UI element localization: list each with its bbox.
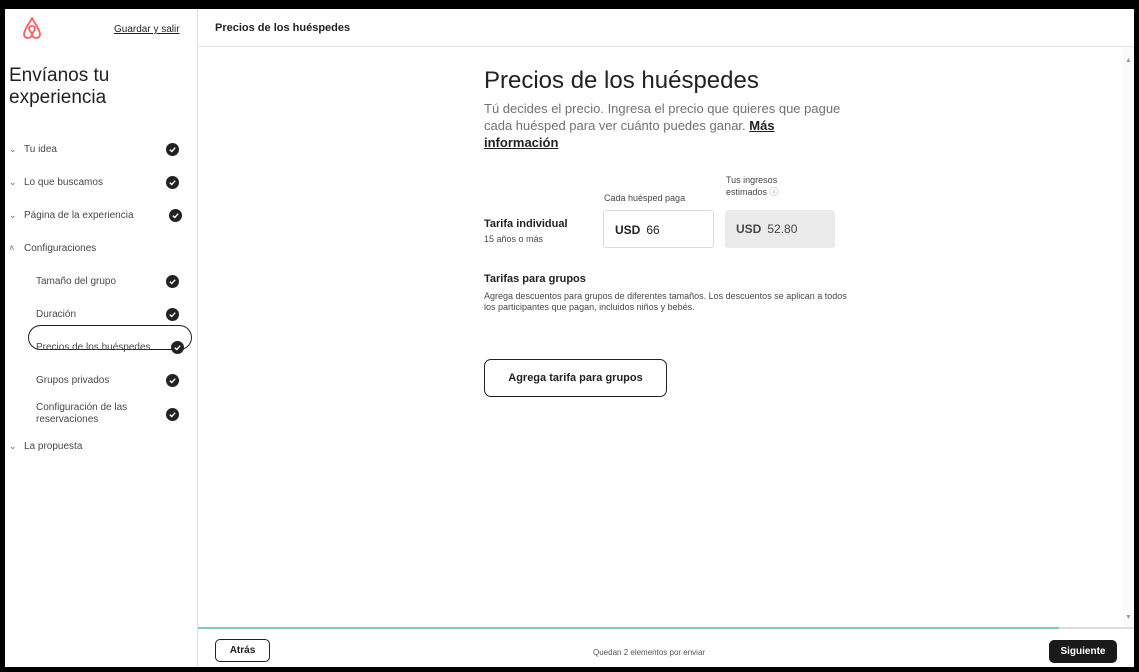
check-icon (166, 373, 179, 387)
nav-item-pagina-experiencia[interactable]: ⌄ Página de la experiencia (5, 204, 198, 226)
back-button[interactable]: Atrás (215, 639, 270, 662)
header-bar: Precios de los huéspedes (198, 9, 1134, 47)
check-icon (169, 208, 182, 222)
add-group-rate-button[interactable]: Agrega tarifa para grupos (484, 359, 667, 397)
check-icon (166, 274, 179, 288)
check-icon (166, 175, 179, 189)
sidebar-title: Envíanos tu experiencia (9, 65, 110, 108)
nav-item-configuraciones[interactable]: ˄ Configuraciones (5, 237, 198, 259)
nav-item-la-propuesta[interactable]: ⌄ La propuesta (5, 435, 198, 457)
estimated-earnings-field: USD 52.80 (725, 210, 835, 248)
remaining-items-text: Quedan 2 elementos por enviar (593, 648, 706, 657)
info-icon[interactable]: ⓘ (770, 187, 779, 197)
save-and-exit-link[interactable]: Guardar y salir (114, 24, 180, 35)
chevron-up-icon: ˄ (9, 243, 15, 253)
next-button[interactable]: Siguiente (1049, 640, 1117, 663)
nav-item-tu-idea[interactable]: ⌄ Tu idea (5, 138, 198, 160)
earnings-value: 52.80 (767, 222, 798, 236)
earnings-column-header: Tus ingresos estimados ⓘ (726, 175, 779, 197)
check-icon (166, 142, 179, 156)
nav-item-configuracion-reservaciones[interactable]: Configuración de las reservaciones (5, 395, 198, 433)
page-breadcrumb: Precios de los huéspedes (215, 22, 351, 34)
nav-item-grupos-privados[interactable]: Grupos privados (5, 369, 198, 391)
price-value: 66 (646, 223, 660, 237)
chevron-down-icon: ⌄ (9, 176, 17, 187)
chevron-down-icon: ⌄ (9, 209, 17, 220)
nav-item-tamano-grupo[interactable]: Tamaño del grupo (5, 270, 198, 292)
nav-item-precios-huespedes[interactable]: Precios de los huéspedes (5, 336, 198, 358)
scrollbar[interactable]: ▲ ▼ (1123, 47, 1134, 627)
footer-bar: Atrás Quedan 2 elementos por enviar Sigu… (198, 629, 1134, 667)
scroll-up-arrow-icon[interactable]: ▲ (1125, 57, 1132, 64)
check-icon (171, 340, 184, 354)
check-icon (166, 407, 179, 421)
individual-rate-label: Tarifa individual (484, 218, 568, 230)
check-icon (166, 307, 179, 321)
group-rates-title: Tarifas para grupos (484, 273, 586, 285)
airbnb-logo-icon[interactable] (21, 16, 43, 40)
page-description: Tú decides el precio. Ingresa el precio … (484, 101, 841, 150)
individual-rate-age: 15 años o más (484, 234, 544, 244)
price-per-guest-input[interactable]: USD 66 (603, 210, 714, 248)
currency-label: USD (736, 222, 762, 236)
page-title: Precios de los huéspedes (484, 67, 759, 94)
currency-label: USD (615, 223, 641, 237)
chevron-down-icon: ⌄ (9, 440, 17, 451)
chevron-down-icon: ⌄ (9, 143, 17, 154)
group-rates-description: Agrega descuentos para grupos de diferen… (484, 291, 847, 312)
scroll-down-arrow-icon[interactable]: ▼ (1125, 614, 1132, 621)
sidebar: Guardar y salir Envíanos tu experiencia … (5, 9, 198, 667)
price-column-header: Cada huésped paga (604, 193, 686, 203)
nav-item-duracion[interactable]: Duración (5, 303, 198, 325)
main-content: Precios de los huéspedes Tú decides el p… (198, 47, 1123, 627)
nav-item-lo-que-buscamos[interactable]: ⌄ Lo que buscamos (5, 171, 198, 193)
